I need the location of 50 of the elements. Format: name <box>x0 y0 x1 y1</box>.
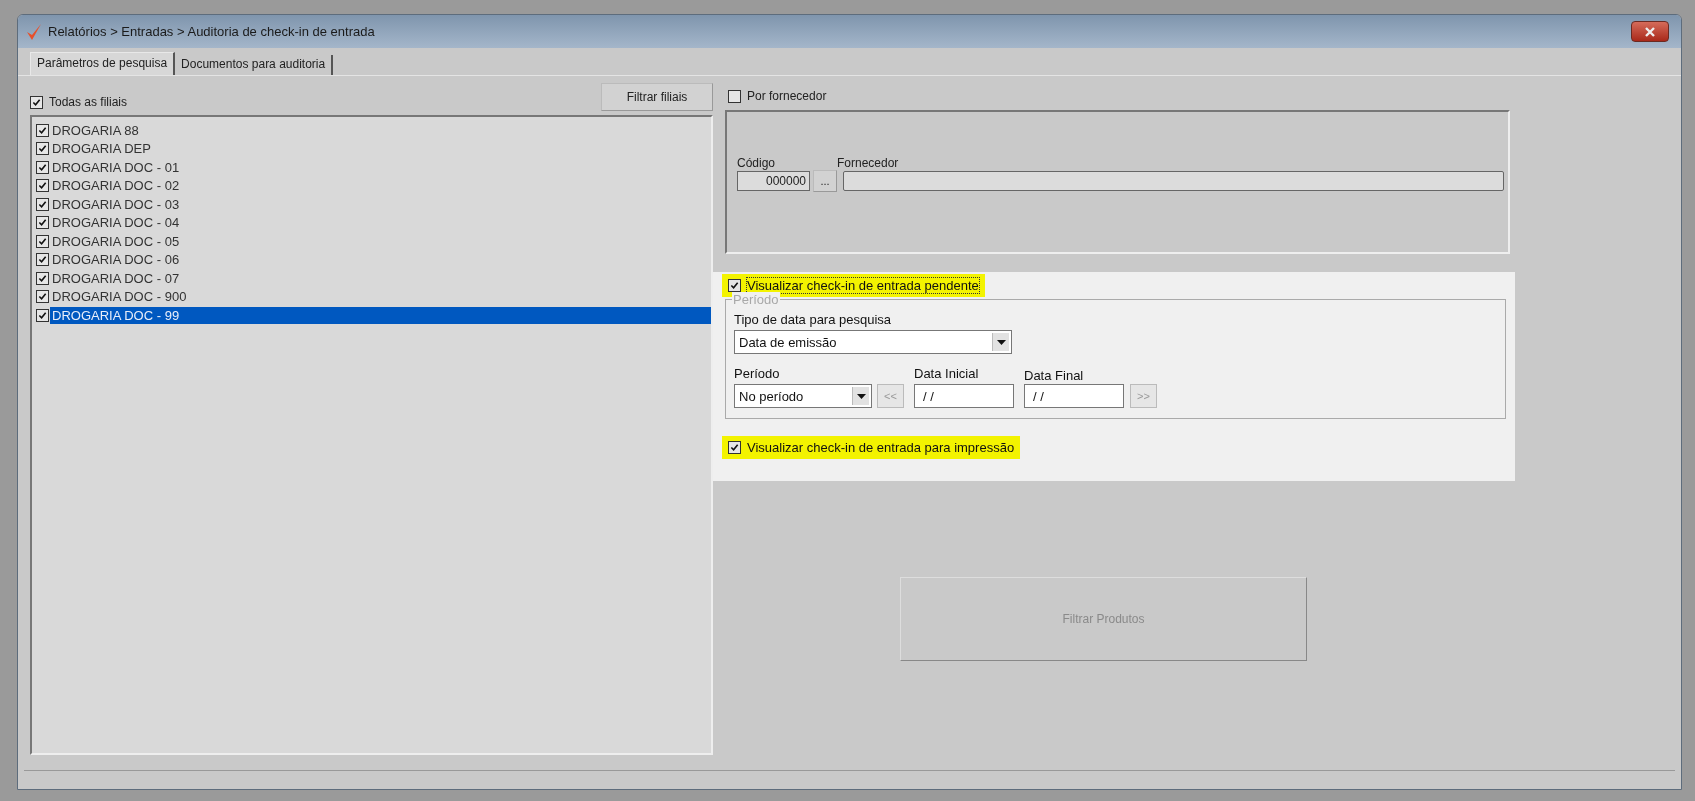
window-title: Relatórios > Entradas > Auditoria de check-in de entrada <box>48 24 375 39</box>
checkbox[interactable] <box>36 234 49 248</box>
field-label: Período <box>734 366 781 381</box>
checkbox[interactable] <box>36 290 49 304</box>
branch-item[interactable]: DROGARIA DOC - 07 <box>50 269 711 287</box>
checkbox[interactable] <box>30 95 43 109</box>
period-dropdown[interactable]: No período <box>734 384 872 408</box>
checkbox[interactable] <box>36 142 49 156</box>
browse-button[interactable]: ... <box>813 170 837 192</box>
checkbox[interactable] <box>36 160 49 174</box>
checkbox[interactable] <box>36 197 49 211</box>
tab[interactable]: Parâmetros de pesquisa <box>30 52 176 75</box>
branch-item[interactable]: DROGARIA 88 <box>50 121 711 139</box>
checkbox[interactable] <box>36 123 49 137</box>
code-field[interactable]: 000000 <box>737 171 810 191</box>
branch-item[interactable]: DROGARIA DEP <box>50 140 711 158</box>
checkbox[interactable] <box>36 216 49 230</box>
checkbox-label: Visualizar check-in de entrada pendente <box>747 278 979 293</box>
branch-item[interactable]: DROGARIA DOC - 900 <box>50 288 711 306</box>
field-label: Tipo de data para pesquisa <box>734 312 893 327</box>
filter-branches-button[interactable]: Filtrar filiais <box>601 83 713 111</box>
branch-item[interactable]: DROGARIA DOC - 99 <box>50 306 711 324</box>
checkbox[interactable] <box>36 308 49 322</box>
tab[interactable]: Documentos para auditoria <box>175 55 334 75</box>
checkbox[interactable] <box>36 179 49 193</box>
start-date-field[interactable]: / / <box>914 384 1014 408</box>
checkbox[interactable] <box>728 89 741 103</box>
branch-item[interactable]: DROGARIA DOC - 01 <box>50 158 711 176</box>
field-label: Data Final <box>1024 368 1085 383</box>
field-label: Código <box>737 156 777 170</box>
branch-item[interactable]: DROGARIA DOC - 02 <box>50 177 711 195</box>
field-label: Data Inicial <box>914 366 980 381</box>
branch-item[interactable]: DROGARIA DOC - 04 <box>50 214 711 232</box>
checkbox[interactable] <box>36 271 49 285</box>
checkbox[interactable] <box>728 441 741 454</box>
checkbox-label: Visualizar check-in de entrada para impressão <box>747 440 1015 455</box>
end-date-field[interactable]: / / <box>1024 384 1124 408</box>
close-button[interactable] <box>1631 21 1669 42</box>
branch-item[interactable]: DROGARIA DOC - 03 <box>50 195 711 213</box>
supplier-field[interactable] <box>843 171 1504 191</box>
close-icon <box>1644 26 1656 37</box>
field-label: Fornecedor <box>837 156 899 170</box>
checkbox[interactable] <box>36 253 49 267</box>
date-type-dropdown[interactable]: Data de emissão <box>734 330 1012 354</box>
checkbox-label: Por fornecedor <box>747 89 827 103</box>
branch-item[interactable]: DROGARIA DOC - 05 <box>50 232 711 250</box>
branch-item[interactable]: DROGARIA DOC - 06 <box>50 251 711 269</box>
checkbox-label: Todas as filiais <box>49 95 128 109</box>
group-title: Período <box>732 292 780 307</box>
checkbox[interactable] <box>728 279 741 292</box>
